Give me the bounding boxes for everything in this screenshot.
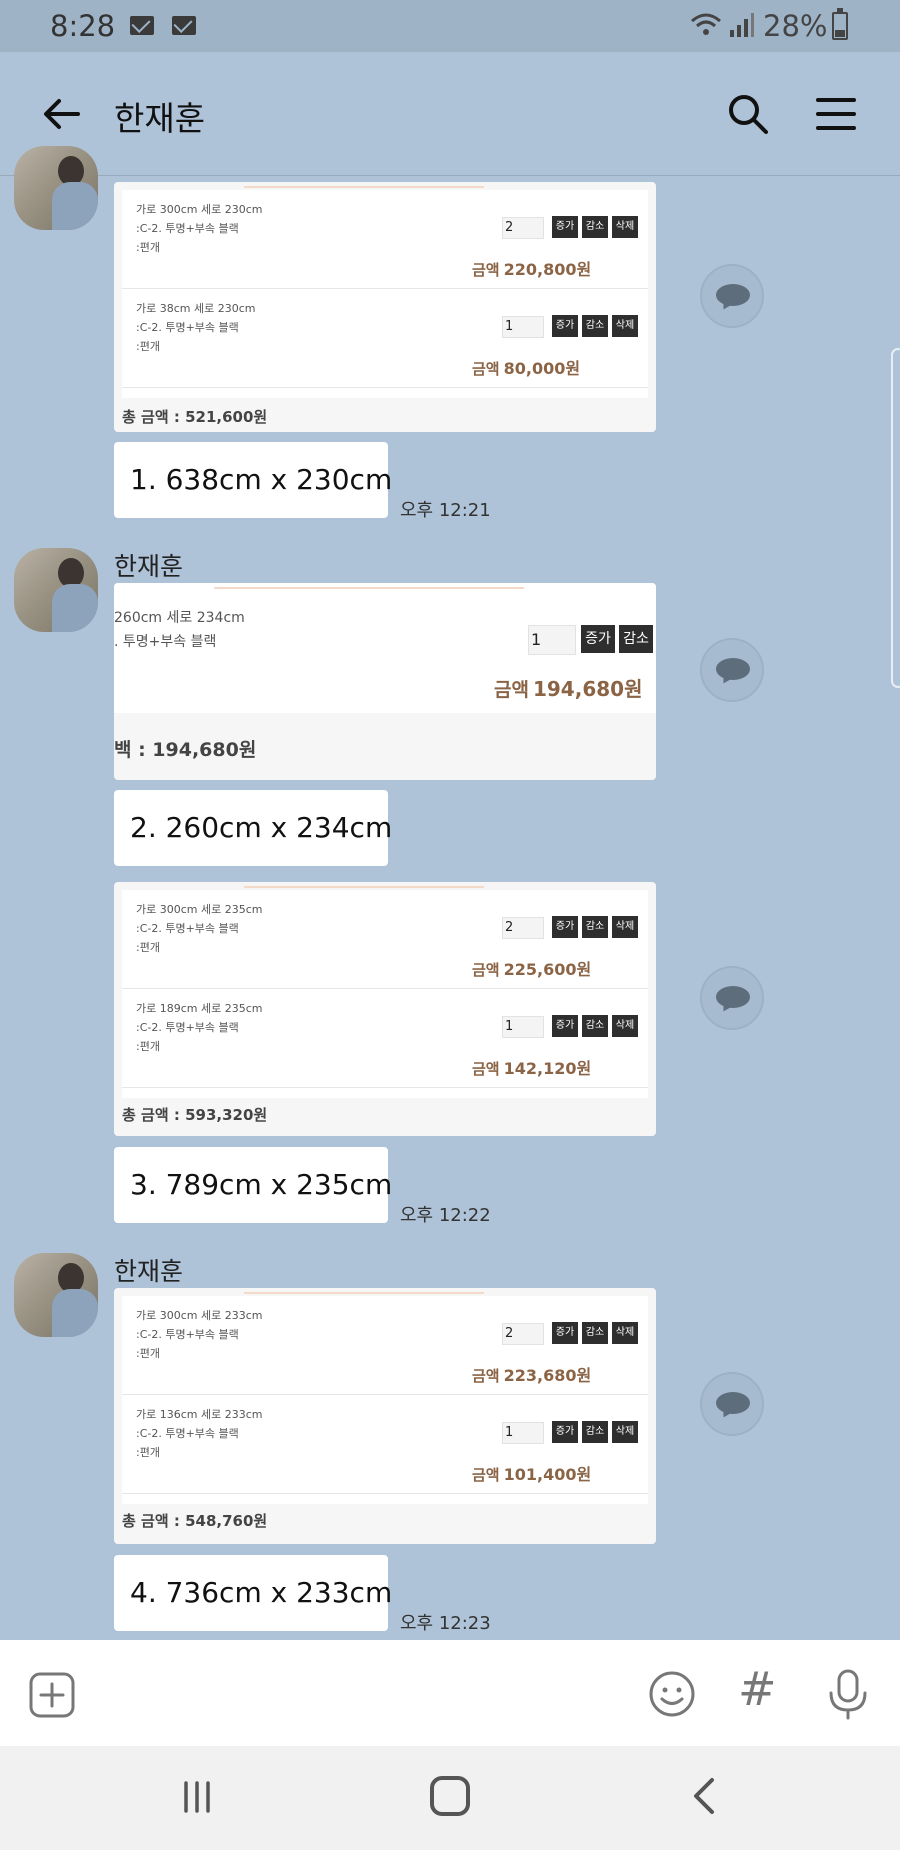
delete-button: 삭제 [612,216,638,238]
cart-row: 가로 300cm 세로 230cm :C-2. 투명+부속 블랙 :편개 2 증… [122,190,648,289]
decrease-button: 감소 [582,1015,608,1037]
delete-button: 삭제 [612,315,638,337]
emoji-icon[interactable] [648,1670,696,1718]
cart-row: 가로 38cm 세로 230cm :C-2. 투명+부속 블랙 :편개 1 증가… [122,289,648,388]
text-message[interactable]: 4. 736cm x 233cm [114,1555,392,1631]
item-description: 가로 300cm 세로 235cm :C-2. 투명+부속 블랙 :편개 [136,903,263,954]
increase-button: 증가 [581,625,615,653]
decrease-button: 감소 [582,216,608,238]
back-arrow-icon[interactable] [38,90,86,138]
avatar[interactable] [14,1253,98,1337]
item-price: 금액 225,600원 [472,960,592,979]
menu-icon[interactable] [812,90,860,138]
status-time: 8:28 [50,9,116,43]
avatar[interactable] [14,548,98,632]
increase-button: 증가 [552,1421,578,1443]
cart-image-message[interactable]: 가로 300cm 세로 230cm :C-2. 투명+부속 블랙 :편개 2 증… [114,182,656,432]
edge-panel-handle[interactable] [891,348,900,688]
item-description: 가로 189cm 세로 235cm :C-2. 투명+부속 블랙 :편개 [136,1002,263,1053]
wifi-icon [691,13,721,35]
decrease-button: 감소 [582,1322,608,1344]
increase-button: 증가 [552,216,578,238]
text-message[interactable]: 1. 638cm x 230cm [114,442,392,518]
item-price: 금액 194,680원 [494,677,643,701]
sender-name: 한재훈 [114,552,184,581]
item-price: 금액 101,400원 [472,1465,592,1484]
battery-percent: 28% [763,9,828,43]
cart-row: 가로 136cm 세로 233cm :C-2. 투명+부속 블랙 :편개 1 증… [122,1395,648,1494]
cart-total: 백 : 194,680원 [114,739,257,761]
item-description: 가로 300cm 세로 233cm :C-2. 투명+부속 블랙 :편개 [136,1309,263,1360]
item-description: 260cm 세로 234cm [114,610,245,626]
status-bar: 8:28 28% [0,0,900,52]
message-time: 오후 12:22 [400,1205,491,1226]
sender-name: 한재훈 [114,1257,184,1286]
share-button[interactable] [700,966,764,1030]
share-button[interactable] [700,264,764,328]
mail-icon [130,16,154,35]
message-time: 오후 12:23 [400,1613,491,1634]
decrease-button: 감소 [582,1421,608,1443]
item-price: 금액 142,120원 [472,1059,592,1078]
mic-icon[interactable] [824,1668,872,1720]
system-nav-bar [0,1746,900,1850]
quantity-field: 2 [502,917,544,939]
item-description: . 투명+부속 블랙 [114,634,217,650]
cart-row: 가로 300cm 세로 233cm :C-2. 투명+부속 블랙 :편개 2 증… [122,1296,648,1395]
cart-row: 가로 189cm 세로 235cm :C-2. 투명+부속 블랙 :편개 1 증… [122,989,648,1088]
battery-icon [832,8,848,40]
quantity-field: 1 [502,316,544,338]
message-input-bar: # [0,1640,900,1746]
item-price: 금액 223,680원 [472,1366,592,1385]
home-icon[interactable] [430,1776,470,1816]
back-icon[interactable] [686,1776,720,1816]
cart-total: 총 금액 : 521,600원 [122,408,268,426]
chat-title: 한재훈 [114,99,206,138]
decrease-button: 감소 [619,625,653,653]
quantity-field: 1 [502,1422,544,1444]
item-price: 금액 80,000원 [472,359,581,378]
cart-row: 가로 300cm 세로 235cm :C-2. 투명+부속 블랙 :편개 2 증… [122,890,648,989]
delete-button: 삭제 [612,916,638,938]
quantity-field: 2 [502,217,544,239]
increase-button: 증가 [552,1015,578,1037]
delete-button: 삭제 [612,1322,638,1344]
delete-button: 삭제 [612,1421,638,1443]
decrease-button: 감소 [582,315,608,337]
item-description: 가로 38cm 세로 230cm :C-2. 투명+부속 블랙 :편개 [136,302,256,353]
increase-button: 증가 [552,1322,578,1344]
increase-button: 증가 [552,315,578,337]
delete-button: 삭제 [612,1015,638,1037]
plus-icon[interactable] [28,1671,76,1719]
mail-icon [172,16,196,35]
recent-apps-icon[interactable] [180,1780,214,1814]
item-description: 가로 300cm 세로 230cm :C-2. 투명+부속 블랙 :편개 [136,203,263,254]
cart-total: 총 금액 : 548,760원 [122,1512,268,1530]
quantity-field: 2 [502,1323,544,1345]
increase-button: 증가 [552,916,578,938]
text-message[interactable]: 2. 260cm x 234cm [114,790,392,866]
message-time: 오후 12:21 [400,500,491,521]
cart-image-message[interactable]: 가로 300cm 세로 235cm :C-2. 투명+부속 블랙 :편개 2 증… [114,882,656,1136]
quantity-field: 1 [502,1016,544,1038]
text-message[interactable]: 3. 789cm x 235cm [114,1147,392,1223]
search-icon[interactable] [724,90,772,138]
item-price: 금액 220,800원 [472,260,592,279]
cart-total: 총 금액 : 593,320원 [122,1106,268,1124]
cart-image-message[interactable]: 가로 300cm 세로 233cm :C-2. 투명+부속 블랙 :편개 2 증… [114,1288,656,1544]
cart-image-message[interactable]: 260cm 세로 234cm . 투명+부속 블랙 1 증가 감소 금액 194,… [114,583,656,780]
share-button[interactable] [700,638,764,702]
avatar[interactable] [14,146,98,230]
decrease-button: 감소 [582,916,608,938]
hash-icon[interactable]: # [738,1662,777,1716]
item-description: 가로 136cm 세로 233cm :C-2. 투명+부속 블랙 :편개 [136,1408,263,1459]
quantity-field: 1 [528,625,576,655]
share-button[interactable] [700,1372,764,1436]
chat-header: 한재훈 [0,52,900,176]
signal-icon [730,13,754,37]
